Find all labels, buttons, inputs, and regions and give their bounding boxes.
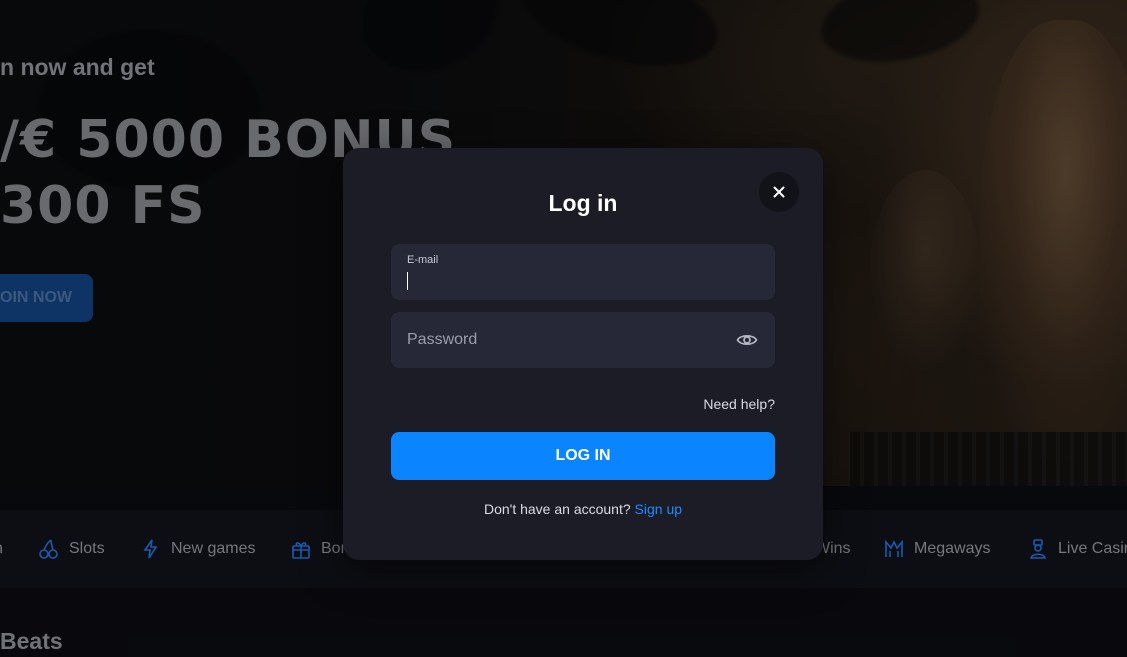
password-input[interactable]	[407, 312, 727, 368]
login-modal: Log in E-mail Need help? LOG IN Don't ha…	[343, 148, 823, 560]
login-button[interactable]: LOG IN	[391, 432, 775, 480]
signup-link[interactable]: Sign up	[635, 501, 682, 517]
show-password-button[interactable]	[735, 328, 759, 352]
email-field[interactable]: E-mail	[391, 244, 775, 300]
email-label: E-mail	[407, 254, 439, 266]
modal-title: Log in	[548, 190, 618, 216]
text-caret	[407, 272, 408, 290]
no-account-text: Don't have an account?	[483, 501, 631, 517]
eye-icon	[736, 335, 758, 345]
email-input[interactable]	[407, 270, 747, 290]
password-field[interactable]	[391, 312, 775, 368]
need-help-link[interactable]: Need help?	[591, 396, 775, 412]
signup-prompt: Don't have an account? Sign up	[343, 501, 823, 517]
